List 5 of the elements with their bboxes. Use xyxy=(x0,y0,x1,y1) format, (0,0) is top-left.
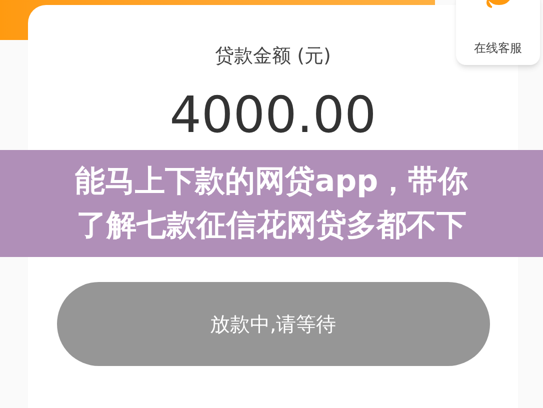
customer-service-button[interactable]: 在线客服 xyxy=(456,0,540,65)
amount-label: 贷款金额 (元) xyxy=(215,44,331,69)
banner-title-line: 能马上下款的网贷app，带你 xyxy=(74,162,468,200)
banner-title-line: 了解七款征信花网贷多都不下 xyxy=(76,206,466,244)
amount-value: 4000.00 xyxy=(170,84,376,144)
